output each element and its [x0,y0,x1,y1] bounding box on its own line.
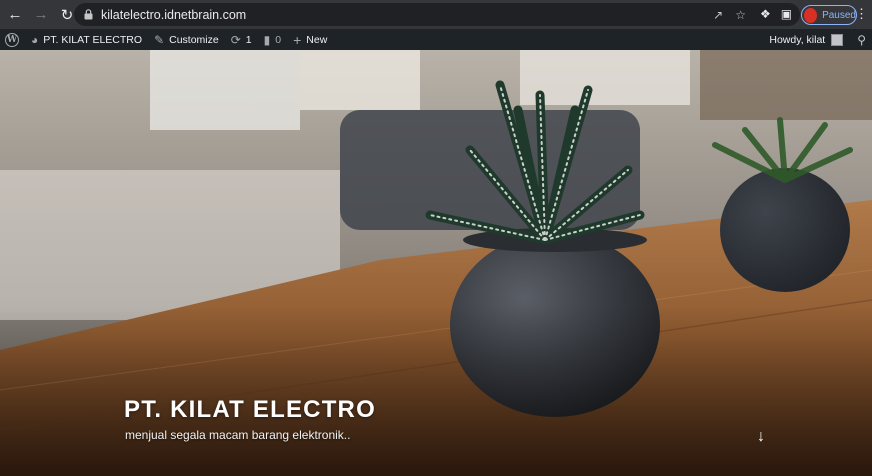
profile-avatar [804,7,818,23]
customize-label: Customize [169,33,219,46]
address-bar[interactable]: kilatelectro.idnetbrain.com ↗ ☆ [74,3,800,26]
lock-icon [84,9,93,20]
updates-menu[interactable]: ⟳ 1 [225,29,258,50]
url-text: kilatelectro.idnetbrain.com [101,7,247,22]
scroll-down-arrow-icon[interactable]: ↓ [757,428,765,446]
site-name-label: PT. KILAT ELECTRO [43,33,143,46]
account-greeting[interactable]: Howdy, kilat [769,34,825,46]
updates-count: 1 [245,33,252,46]
forward-arrow-icon[interactable]: → [30,4,52,26]
comments-count: 0 [275,33,282,46]
site-name-menu[interactable]: ◕ PT. KILAT ELECTRO [25,29,148,50]
wp-logo-menu[interactable]: W [0,29,25,50]
search-icon[interactable]: ⚲ [857,33,866,47]
customize-menu[interactable]: ✎ Customize [148,29,225,50]
share-icon[interactable]: ↗ [713,8,723,22]
hero-header: PT. KILAT ELECTRO menjual segala macam b… [0,50,872,476]
browser-toolbar: ← → ↻ kilatelectro.idnetbrain.com ↗ ☆ ❖ … [0,0,872,29]
plus-icon: + [293,31,302,48]
dashboard-gauge-icon: ◕ [31,32,39,47]
site-title[interactable]: PT. KILAT ELECTRO [124,396,376,424]
comment-bubble-icon: ▮ [263,32,271,47]
updates-refresh-icon: ⟳ [230,32,241,47]
user-avatar[interactable] [831,33,844,46]
wordpress-logo-icon: W [5,32,19,47]
new-label: New [306,33,328,46]
side-panel-icon[interactable]: ▣ [781,7,792,21]
extensions-puzzle-icon[interactable]: ❖ [760,7,771,21]
menu-kebab-icon[interactable]: ⋮ [855,7,868,20]
new-content-menu[interactable]: + New [287,29,333,50]
profile-status: Paused [822,9,856,21]
back-arrow-icon[interactable]: ← [4,4,26,26]
paintbrush-icon: ✎ [154,32,165,47]
site-tagline: menjual segala macam barang elektronik.. [125,428,351,442]
bookmark-star-icon[interactable]: ☆ [735,8,746,22]
wp-admin-bar: W ◕ PT. KILAT ELECTRO ✎ Customize ⟳ 1 ▮ … [0,29,872,50]
comments-menu[interactable]: ▮ 0 [258,29,287,50]
profile-button[interactable]: Paused [801,5,857,25]
